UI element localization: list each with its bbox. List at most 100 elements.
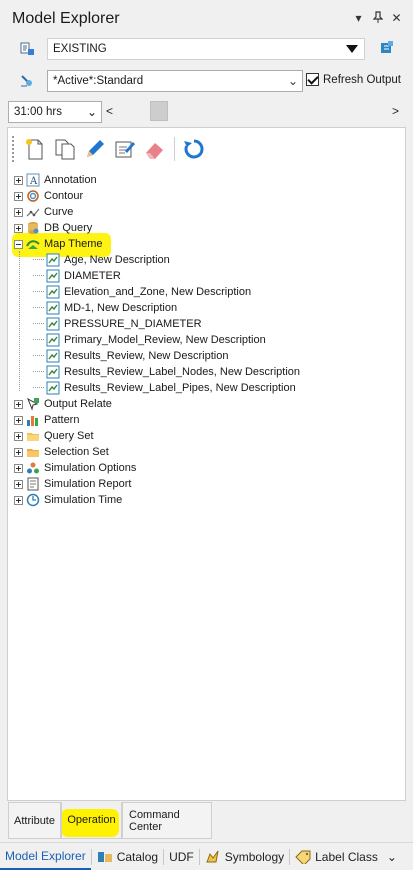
map-theme-item[interactable]: Primary_Model_Review, New Description (14, 332, 404, 348)
tree-node-label: Annotation (44, 174, 97, 186)
scenario-manager-icon[interactable] (379, 40, 395, 56)
tab-attribute[interactable]: Attribute (8, 802, 61, 839)
expand-icon[interactable] (14, 463, 23, 473)
collapse-icon[interactable] (14, 239, 23, 249)
tab-command-center[interactable]: Command Center (122, 802, 212, 839)
chevron-down-icon: ⌄ (86, 105, 97, 119)
tree-node-label: Curve (44, 206, 74, 218)
tree-node-simulation-options[interactable]: Simulation Options (14, 460, 404, 476)
map-theme-item[interactable]: PRESSURE_N_DIAMETER (14, 316, 404, 332)
curve-icon (26, 208, 40, 217)
map-theme-item-label: Age, New Description (64, 254, 170, 266)
expand-icon[interactable] (14, 191, 23, 201)
alternative-row: *Active*:Standard ⌄ Refresh Output (0, 68, 413, 94)
map-theme-item[interactable]: DIAMETER (14, 268, 404, 284)
chevron-down-icon: ⌄ (287, 74, 298, 88)
tree-node-query-set[interactable]: Query Set (14, 428, 404, 444)
dock-tab-model-explorer[interactable]: Model Explorer (0, 844, 91, 870)
pin-icon[interactable] (371, 11, 384, 26)
dock-tab-label: UDF (169, 849, 194, 864)
expand-icon[interactable] (14, 223, 23, 233)
tree-connector (33, 355, 44, 356)
time-scroll-left-icon[interactable]: < (106, 104, 113, 118)
expand-icon[interactable] (14, 431, 23, 441)
refresh-output-toggle[interactable]: Refresh Output (306, 73, 401, 86)
refresh-output-checkbox[interactable] (306, 73, 319, 86)
copy-icon[interactable] (52, 135, 78, 163)
alternative-icon (21, 75, 32, 87)
tree-node-label: Map Theme (44, 238, 103, 250)
tree-node-label: Simulation Options (44, 462, 137, 474)
toolbar-separator (174, 137, 175, 161)
dock-tab-udf[interactable]: UDF (164, 844, 199, 870)
theme-item-icon (46, 381, 60, 395)
map-theme-item[interactable]: Results_Review, New Description (14, 348, 404, 364)
map-theme-item-label: Primary_Model_Review, New Description (64, 334, 266, 346)
tree-node-contour[interactable]: Contour (14, 188, 404, 204)
tree-node-label: Selection Set (44, 446, 109, 458)
map-theme-item-label: Results_Review, New Description (64, 350, 229, 362)
tree-connector (33, 323, 44, 324)
new-icon[interactable] (22, 135, 48, 163)
tree-node-annotation[interactable]: A Annotation (14, 172, 404, 188)
tree-node-label: Contour (44, 190, 84, 202)
title-bar: Model Explorer ▾ ✕ (0, 0, 413, 38)
tree-node-label: DB Query (44, 222, 93, 234)
map-theme-item-label: DIAMETER (64, 270, 121, 282)
annotation-icon: A (26, 173, 40, 187)
edit-pencil-icon[interactable] (82, 135, 108, 163)
refresh-icon[interactable] (181, 135, 207, 163)
tree-node-simulation-report[interactable]: Simulation Report (14, 476, 404, 492)
tab-label: Command Center (129, 808, 180, 833)
map-theme-item[interactable]: Elevation_and_Zone, New Description (14, 284, 404, 300)
tree-connector (33, 339, 44, 340)
scenario-value: EXISTING (53, 43, 107, 55)
dock-tab-symbology[interactable]: Symbology (200, 844, 289, 870)
tree-node-label: Pattern (44, 414, 80, 426)
dock-tab-label: Symbology (224, 849, 285, 864)
map-theme-icon (26, 240, 40, 249)
tab-label: Attribute (14, 814, 55, 827)
expand-icon[interactable] (14, 479, 23, 489)
map-theme-item[interactable]: MD-1, New Description (14, 300, 404, 316)
tree-node-map-theme[interactable]: Map Theme (14, 236, 404, 252)
tree-node-db-query[interactable]: DB Query (14, 220, 404, 236)
expand-icon[interactable] (14, 495, 23, 505)
theme-item-icon (46, 301, 60, 315)
dropdown-menu-icon[interactable]: ▾ (352, 11, 365, 26)
delete-eraser-icon[interactable] (142, 135, 168, 163)
tree-node-curve[interactable]: Curve (14, 204, 404, 220)
alternative-value: *Active*:Standard (53, 75, 144, 87)
tree-node-selection-set[interactable]: Selection Set (14, 444, 404, 460)
scenario-combo[interactable]: EXISTING (47, 38, 365, 60)
tab-label: Operation (67, 814, 116, 826)
dock-tab-label-class[interactable]: Label Class (290, 844, 383, 870)
contour-icon (27, 190, 39, 202)
expand-icon[interactable] (14, 399, 23, 409)
tree-node-output-relate[interactable]: Output Relate (14, 396, 404, 412)
expand-icon[interactable] (14, 207, 23, 217)
dock-overflow-icon[interactable]: ⌄ (387, 850, 397, 864)
expand-icon[interactable] (14, 415, 23, 425)
expand-icon[interactable] (14, 447, 23, 457)
theme-item-icon (46, 253, 60, 267)
map-theme-item[interactable]: Results_Review_Label_Nodes, New Descript… (14, 364, 404, 380)
tree-node-label: Simulation Time (44, 494, 123, 506)
scenario-row: EXISTING (0, 36, 413, 62)
time-scroll-right-icon[interactable]: > (392, 104, 399, 118)
tree-node-simulation-time[interactable]: Simulation Time (14, 492, 404, 508)
alternative-combo[interactable]: *Active*:Standard ⌄ (47, 70, 303, 92)
tab-operation[interactable]: Operation (61, 802, 122, 839)
map-theme-item-label: Results_Review_Label_Pipes, New Descript… (64, 382, 296, 394)
expand-icon[interactable] (14, 175, 23, 185)
map-theme-item[interactable]: Results_Review_Label_Pipes, New Descript… (14, 380, 404, 396)
dock-tab-catalog[interactable]: Catalog (92, 844, 163, 870)
tree-connector (33, 275, 44, 276)
time-step-combo[interactable]: 31:00 hrs ⌄ (8, 101, 102, 123)
title-buttons: ▾ ✕ (352, 11, 403, 26)
tree-node-pattern[interactable]: Pattern (14, 412, 404, 428)
map-theme-item[interactable]: Age, New Description (14, 252, 404, 268)
time-slider-thumb[interactable] (150, 101, 168, 121)
rename-icon[interactable] (112, 135, 138, 163)
close-icon[interactable]: ✕ (390, 11, 403, 26)
